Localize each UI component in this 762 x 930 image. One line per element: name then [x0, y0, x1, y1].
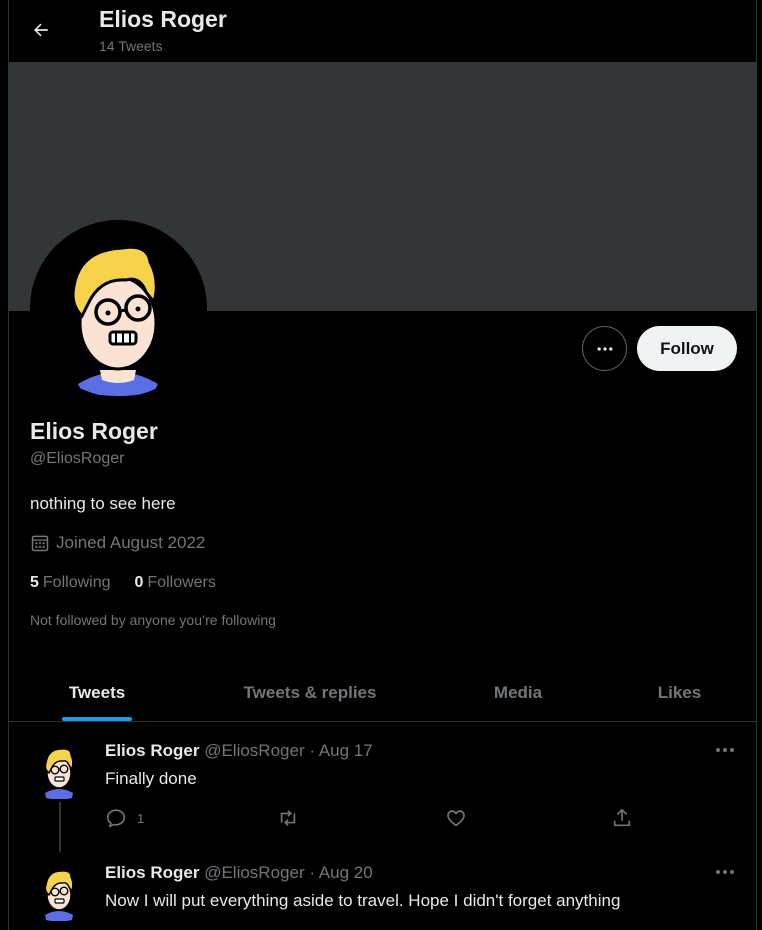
active-tab-indicator [62, 717, 132, 721]
ellipsis-icon [716, 870, 734, 874]
followers-link[interactable]: 0 Followers [135, 574, 216, 592]
joined-text: Joined August 2022 [56, 533, 206, 552]
profile-avatar[interactable] [30, 220, 207, 397]
tab-label: Likes [657, 683, 702, 702]
ellipsis-icon [597, 346, 612, 351]
ellipsis-icon [716, 748, 734, 752]
tab-label: Tweets & replies [243, 683, 377, 702]
tweet-header: Elios Roger @EliosRoger · Aug 20 [105, 863, 373, 883]
tab-media[interactable]: Media [435, 664, 601, 722]
followers-label: Followers [147, 574, 216, 591]
followers-count: 0 [134, 574, 144, 591]
share-icon [613, 808, 631, 827]
profile-name: Elios Roger [30, 418, 158, 444]
tweet-item[interactable]: Elios Roger @EliosRoger · Aug 20 Now I w… [9, 853, 756, 930]
back-arrow-icon [34, 23, 48, 37]
tweet-item[interactable]: Elios Roger @EliosRoger · Aug 17 Finally… [9, 723, 756, 853]
tweet-more-button[interactable] [714, 742, 736, 758]
profile-column: Elios Roger 14 Tweets Follow Elios Roger… [8, 0, 757, 930]
tab-label: Tweets [68, 683, 126, 702]
profile-tabs: Tweets Tweets & replies Media Likes [9, 664, 756, 722]
tweet-author-name[interactable]: Elios Roger [105, 741, 199, 760]
heart-icon [447, 810, 465, 827]
more-options-button[interactable] [582, 326, 627, 371]
tweet-avatar[interactable] [37, 865, 81, 922]
calendar-icon [31, 535, 49, 552]
joined-date: Joined August 2022 [30, 533, 205, 553]
tweet-text: Now I will put everything aside to trave… [105, 891, 621, 910]
following-label: Following [42, 574, 111, 591]
reply-button[interactable]: 1 [105, 807, 144, 829]
tab-tweets[interactable]: Tweets [9, 664, 185, 722]
tweet-text: Finally done [105, 769, 197, 788]
header-title: Elios Roger [99, 6, 227, 32]
retweet-icon [280, 810, 296, 826]
following-link[interactable]: 5 Following [30, 574, 111, 592]
tweet-header: Elios Roger @EliosRoger · Aug 17 [105, 741, 373, 761]
tweet-author-name[interactable]: Elios Roger [105, 863, 199, 882]
tab-label: Media [493, 683, 543, 702]
top-bar: Elios Roger 14 Tweets [9, 0, 756, 62]
reply-count: 1 [137, 810, 145, 826]
tweet-more-button[interactable] [714, 864, 736, 880]
tweet-meta[interactable]: @EliosRoger · Aug 20 [204, 863, 372, 882]
following-count: 5 [30, 574, 39, 591]
profile-handle: @EliosRoger [30, 450, 125, 467]
retweet-button[interactable] [277, 807, 299, 829]
share-button[interactable] [611, 807, 633, 829]
tab-likes[interactable]: Likes [601, 664, 758, 722]
tweet-meta[interactable]: @EliosRoger · Aug 17 [204, 741, 372, 760]
tweet-actions: 1 [105, 807, 645, 831]
back-button[interactable] [23, 12, 59, 48]
header-tweet-count: 14 Tweets [99, 38, 163, 54]
tab-tweets-replies[interactable]: Tweets & replies [185, 664, 435, 722]
profile-bio: nothing to see here [30, 494, 176, 513]
like-button[interactable] [445, 807, 467, 829]
follow-button[interactable]: Follow [637, 326, 737, 371]
tweet-avatar[interactable] [37, 743, 81, 800]
not-followed-note: Not followed by anyone you’re following [30, 612, 276, 628]
reply-icon [106, 809, 126, 828]
profile-stats: 5 Following 0 Followers [30, 574, 216, 592]
